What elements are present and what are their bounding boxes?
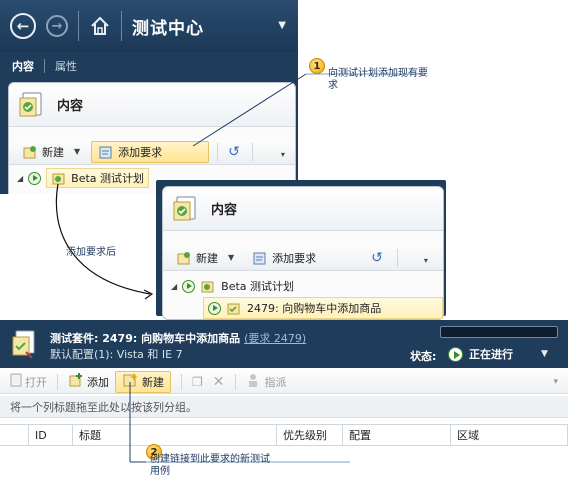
callout-2-text: 创建链接到此要求的新测试用例 (150, 454, 270, 477)
transition-caption: 添加要求后 (66, 247, 116, 258)
callout-1-leader (192, 73, 307, 147)
transition-arrowhead (143, 289, 154, 300)
callout-lines (55, 73, 420, 463)
callout-1-text: 向测试计划添加现有要求 (328, 68, 428, 91)
transition-arrow (55, 183, 151, 295)
callout-1-badge: 1 (309, 58, 325, 74)
